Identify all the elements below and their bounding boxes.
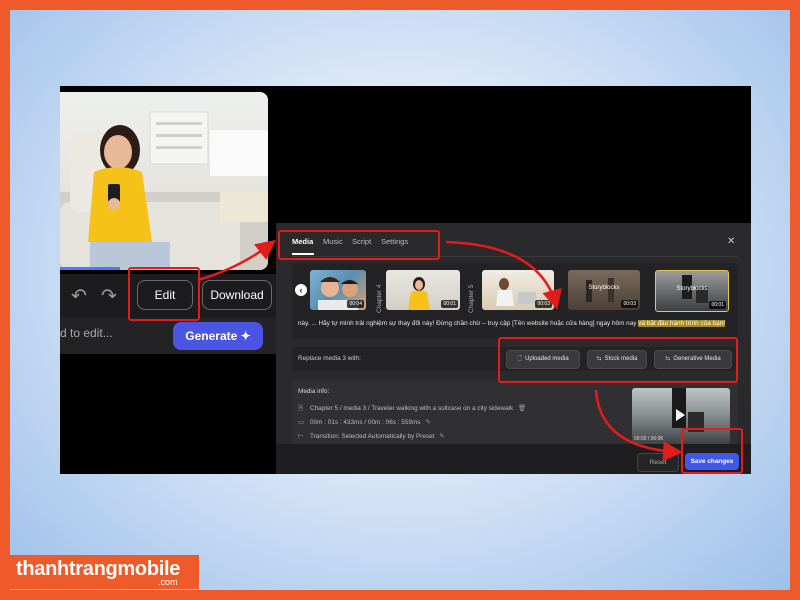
media-info-path-text: Chapter 5 / media 3 / Traveler walking w…: [310, 405, 514, 412]
player-controls: ↶ ↷ Edit Download d to edit... Generate …: [60, 274, 276, 354]
undo-icon[interactable]: ↶: [68, 286, 90, 308]
generate-button[interactable]: Generate ✦: [173, 322, 263, 350]
active-tab-indicator: [292, 253, 314, 255]
media-info-transition-text: Transition: Selected Automatically by Pr…: [310, 433, 435, 440]
play-icon[interactable]: [676, 409, 685, 421]
generative-media-label: Generative Media: [673, 356, 721, 362]
media-preview-thumb[interactable]: 00:00 / 00:06: [632, 388, 730, 444]
media-strip: ‹ 00:04 Chapter 4 00:01 Chapter 5 00:03 …: [292, 263, 738, 339]
stock-media-button[interactable]: ⇆ Stock media: [587, 350, 647, 369]
prompt-input[interactable]: d to edit...: [60, 326, 113, 340]
thumb-duration: 00:03: [621, 300, 638, 308]
tab-script[interactable]: Script: [352, 237, 371, 246]
clock-icon: ▭: [298, 419, 305, 426]
chevron-left-icon[interactable]: ‹: [295, 284, 307, 296]
media-info-timing: ▭ 00m : 01s : 433ms / 00m : 06s : 559ms ✎: [298, 418, 431, 426]
media-info-section: Media info: 🗎 Chapter 5 / media 3 / Trave…: [292, 380, 738, 444]
media-thumb-5-selected[interactable]: Storyblocks 00:01: [655, 270, 729, 312]
swap-icon: ⇆: [665, 356, 671, 362]
media-info-timing-text: 00m : 01s : 433ms / 00m : 06s : 559ms: [310, 419, 421, 426]
stock-watermark: Storyblocks: [588, 285, 620, 291]
thumb-duration: 00:04: [347, 300, 364, 308]
media-editor-panel: Media Music Script Settings ✕ ‹ 00:04 Ch…: [276, 223, 751, 474]
media-info-transition: ⊢ Transition: Selected Automatically by P…: [298, 432, 445, 440]
replace-media-row: Replace media 3 with: 🗋 Uploaded media ⇆ S…: [292, 347, 738, 371]
preview-time: 00:00 / 00:06: [634, 436, 664, 442]
video-panel: ↶ ↷ Edit Download d to edit... Generate …: [60, 86, 276, 474]
chapter-label: Chapter 4: [376, 284, 383, 313]
site-logo: thanhtrangmobile .com: [10, 555, 199, 589]
media-info-title: Media info:: [298, 388, 330, 395]
close-icon[interactable]: ✕: [727, 236, 735, 247]
media-thumb-4[interactable]: Storyblocks 00:03: [568, 270, 640, 310]
chapter-label: Chapter 5: [468, 284, 475, 313]
playback-progress[interactable]: [60, 267, 120, 270]
generative-media-button[interactable]: ⇆ Generative Media: [654, 350, 732, 369]
tab-settings[interactable]: Settings: [381, 237, 408, 246]
thumb-duration: 00:01: [441, 300, 458, 308]
swap-icon: ⇆: [596, 356, 602, 362]
replace-media-label: Replace media 3 with:: [298, 355, 361, 362]
reset-button[interactable]: Reset: [637, 453, 679, 472]
app-screenshot: ↶ ↷ Edit Download d to edit... Generate …: [60, 86, 751, 474]
media-thumb-1[interactable]: 00:04: [310, 270, 366, 310]
document-icon: 🗎: [298, 405, 304, 412]
thumb-duration: 00:03: [535, 300, 552, 308]
redo-icon[interactable]: ↷: [98, 286, 120, 308]
stock-watermark: Storyblocks: [676, 286, 708, 292]
media-thumb-3[interactable]: 00:03: [482, 270, 554, 310]
transition-icon: ⊢: [298, 433, 304, 440]
thumb-duration: 00:01: [709, 301, 726, 309]
download-button[interactable]: Download: [202, 280, 272, 310]
editor-footer: [276, 444, 751, 474]
script-text-highlight: và bắt đầu hành trình của bạn!: [638, 320, 725, 327]
edit-button[interactable]: Edit: [137, 280, 193, 310]
media-thumb-2[interactable]: 00:01: [386, 270, 460, 310]
tabs-divider: [292, 256, 738, 257]
tab-media[interactable]: Media: [292, 237, 313, 246]
file-icon: 🗋: [517, 356, 523, 362]
script-text-plain: này. ... Hãy tự mình trải nghiệm sự thay…: [298, 320, 639, 327]
woman-on-sofa-image: [60, 111, 268, 270]
tab-music[interactable]: Music: [323, 237, 343, 246]
logo-domain: .com: [158, 577, 178, 587]
sparkle-icon: ✦: [240, 329, 251, 343]
generate-label: Generate: [185, 329, 238, 343]
logo-text: thanhtrangmobile: [16, 558, 181, 580]
script-text: này. ... Hãy tự mình trải nghiệm sự thay…: [298, 320, 738, 327]
uploaded-media-button[interactable]: 🗋 Uploaded media: [506, 350, 580, 369]
pencil-icon[interactable]: ✎: [425, 419, 430, 426]
video-preview[interactable]: [60, 92, 268, 270]
save-changes-button[interactable]: Save changes: [685, 453, 739, 470]
uploaded-media-label: Uploaded media: [525, 356, 569, 362]
trash-icon[interactable]: 🗑: [518, 405, 526, 412]
media-info-path: 🗎 Chapter 5 / media 3 / Traveler walking …: [298, 404, 526, 415]
pencil-icon[interactable]: ✎: [439, 433, 444, 440]
stock-media-label: Stock media: [604, 356, 638, 362]
prompt-bar: d to edit... Generate ✦: [60, 318, 276, 354]
